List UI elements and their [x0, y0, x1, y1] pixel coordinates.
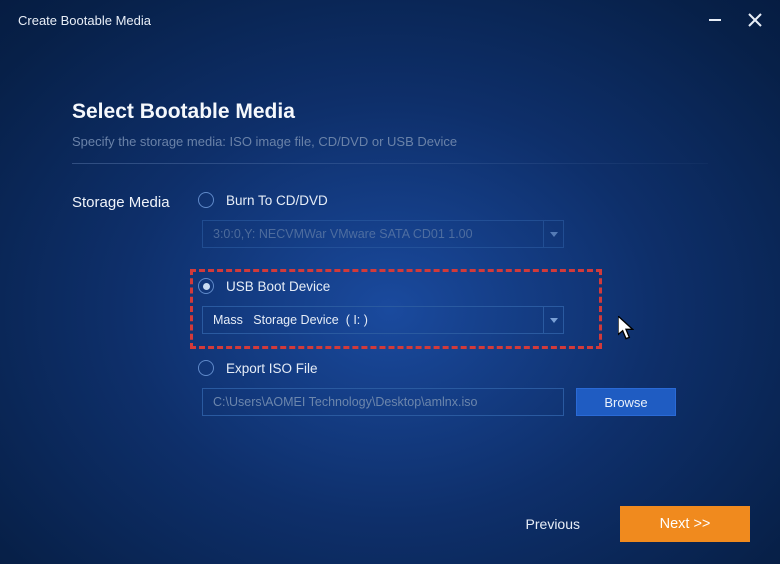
previous-button[interactable]: Previous	[526, 516, 580, 532]
radio-label-usb: USB Boot Device	[226, 279, 330, 294]
dropdown-usb[interactable]: Mass Storage Device ( I: )	[202, 306, 564, 334]
iso-path-value: C:\Users\AOMEI Technology\Desktop\amlnx.…	[203, 389, 563, 415]
dropdown-cd[interactable]: 3:0:0,Y: NECVMWar VMware SATA CD01 1.00	[202, 220, 564, 248]
option-iso: Export ISO File C:\Users\AOMEI Technolog…	[198, 360, 708, 416]
option-usb: USB Boot Device Mass Storage Device ( I:…	[198, 274, 708, 334]
close-icon[interactable]	[746, 11, 764, 29]
chevron-down-icon[interactable]	[543, 307, 563, 333]
radio-iso[interactable]	[198, 360, 214, 376]
content-area: Select Bootable Media Specify the storag…	[0, 40, 780, 442]
page-title: Select Bootable Media	[72, 100, 708, 124]
radio-usb[interactable]	[198, 278, 214, 294]
radio-row-cd[interactable]: Burn To CD/DVD	[198, 192, 708, 208]
radio-row-iso[interactable]: Export ISO File	[198, 360, 708, 376]
minimize-icon[interactable]	[706, 11, 724, 29]
radio-label-iso: Export ISO File	[226, 361, 318, 376]
iso-path-row: C:\Users\AOMEI Technology\Desktop\amlnx.…	[198, 388, 708, 416]
radio-label-cd: Burn To CD/DVD	[226, 193, 328, 208]
radio-row-usb[interactable]: USB Boot Device	[198, 278, 708, 294]
options-column: Burn To CD/DVD 3:0:0,Y: NECVMWar VMware …	[198, 192, 708, 442]
titlebar: Create Bootable Media	[0, 0, 780, 40]
chevron-down-icon[interactable]	[543, 221, 563, 247]
dropdown-usb-value: Mass Storage Device ( I: )	[203, 307, 543, 333]
next-button[interactable]: Next >>	[620, 506, 750, 542]
iso-path-field[interactable]: C:\Users\AOMEI Technology\Desktop\amlnx.…	[202, 388, 564, 416]
storage-media-label: Storage Media	[72, 192, 198, 442]
window-controls	[706, 11, 764, 29]
window-title: Create Bootable Media	[18, 13, 151, 28]
app-window: Create Bootable Media Select Bootable Me…	[0, 0, 780, 564]
divider	[72, 163, 708, 164]
storage-media-form: Storage Media Burn To CD/DVD 3:0:0,Y: NE…	[72, 192, 708, 442]
dropdown-cd-value: 3:0:0,Y: NECVMWar VMware SATA CD01 1.00	[203, 221, 543, 247]
page-subtitle: Specify the storage media: ISO image fil…	[72, 134, 708, 149]
browse-button[interactable]: Browse	[576, 388, 676, 416]
wizard-footer: Previous Next >>	[526, 506, 750, 542]
option-cd-dvd: Burn To CD/DVD 3:0:0,Y: NECVMWar VMware …	[198, 192, 708, 248]
radio-cd[interactable]	[198, 192, 214, 208]
